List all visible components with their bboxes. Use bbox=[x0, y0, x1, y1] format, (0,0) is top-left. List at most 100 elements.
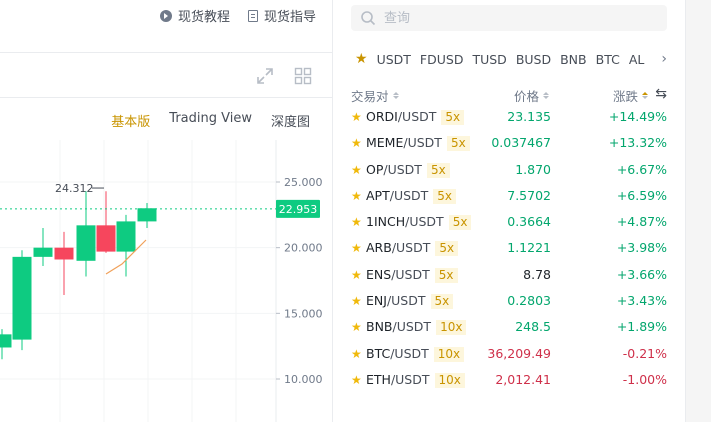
y-tick-label: 20.000 bbox=[284, 242, 323, 255]
pair-cell: BNB/USDT 10x bbox=[366, 319, 467, 336]
candlestick-chart[interactable]: 25.000 20.000 15.000 10.000 24.312 22.953 bbox=[0, 140, 332, 422]
pair-header-label: 交易对 bbox=[351, 89, 389, 104]
spot-tutorial-link[interactable]: 现货教程 bbox=[159, 6, 230, 25]
pair-cell: MEME/USDT 5x bbox=[366, 135, 470, 152]
pair-cell: ETH/USDT 10x bbox=[366, 372, 465, 388]
table-row[interactable]: ★ APT/USDT 5x 7.5702 +6.59% bbox=[351, 183, 667, 209]
tab-btc[interactable]: BTC bbox=[596, 52, 620, 67]
pair-cell: OP/USDT 5x bbox=[366, 162, 450, 178]
candle-body bbox=[137, 208, 157, 222]
quote-asset: /USDT bbox=[392, 319, 432, 335]
quote-asset-tabs: ★ USDT FDUSD TUSD BUSD BNB BTC AL › bbox=[355, 51, 667, 67]
chart-panel: 现货教程 现货指导 基本版 Trading View 深度图 25.000 20.… bbox=[0, 0, 333, 422]
favorite-star-icon[interactable]: ★ bbox=[351, 189, 362, 203]
search-input[interactable] bbox=[382, 9, 646, 27]
change-column-header[interactable]: 涨跌 bbox=[613, 86, 649, 105]
search-box[interactable] bbox=[351, 5, 667, 31]
pair-cell: ENS/USDT 5x bbox=[366, 267, 458, 283]
base-asset: BTC bbox=[366, 345, 391, 361]
tab-alts[interactable]: AL bbox=[629, 52, 645, 67]
pair-column-header[interactable]: 交易对 bbox=[351, 86, 399, 105]
table-row[interactable]: ★ MEME/USDT 5x 0.037467 +13.32% bbox=[351, 130, 667, 156]
pair-cell: 1INCH/USDT 5x bbox=[366, 214, 472, 231]
quote-asset: /USDT bbox=[391, 240, 431, 256]
leverage-badge: 5x bbox=[448, 215, 472, 231]
y-tick-label: 25.000 bbox=[284, 176, 323, 189]
favorite-star-icon[interactable]: ★ bbox=[351, 294, 362, 308]
price-cell: 7.5702 bbox=[507, 187, 551, 203]
price-column-header[interactable]: 价格 bbox=[514, 86, 550, 105]
quote-asset: /USDT bbox=[405, 214, 444, 230]
table-row[interactable]: ★ OP/USDT 5x 1.870 +6.67% bbox=[351, 157, 667, 183]
table-row[interactable]: ★ BNB/USDT 10x 248.5 +1.89% bbox=[351, 314, 667, 340]
quote-asset: /USDT bbox=[390, 371, 430, 387]
price-cell: 36,209.49 bbox=[487, 345, 551, 361]
quote-asset: /USDT bbox=[389, 187, 429, 203]
base-asset: ENS bbox=[366, 266, 392, 282]
favorite-star-icon[interactable]: ★ bbox=[351, 163, 362, 177]
quote-asset: /USDT bbox=[391, 266, 430, 282]
base-asset: APT bbox=[366, 187, 390, 203]
candle-body bbox=[12, 256, 32, 340]
price-header-label: 价格 bbox=[514, 89, 540, 104]
expand-icon[interactable] bbox=[256, 67, 274, 85]
tab-bnb[interactable]: BNB bbox=[560, 52, 587, 67]
table-row[interactable]: ★ ORDI/USDT 5x 23.135 +14.49% bbox=[351, 104, 667, 130]
quote-asset: /USDT bbox=[403, 135, 442, 151]
price-cell: 0.3664 bbox=[507, 214, 551, 230]
swap-toggle-icon[interactable]: ⇆ bbox=[655, 86, 667, 102]
tab-trading-view[interactable]: Trading View bbox=[169, 111, 252, 130]
price-cell: 2,012.41 bbox=[495, 371, 551, 387]
favorite-star-icon[interactable]: ★ bbox=[351, 136, 362, 150]
favorite-star-icon[interactable]: ★ bbox=[351, 241, 362, 255]
tab-basic[interactable]: 基本版 bbox=[111, 111, 150, 130]
table-row[interactable]: ★ ENJ/USDT 5x 0.2803 +3.43% bbox=[351, 288, 667, 314]
table-row[interactable]: ★ 1INCH/USDT 5x 0.3664 +4.87% bbox=[351, 209, 667, 235]
leverage-badge: 5x bbox=[430, 294, 454, 310]
chevron-right-icon[interactable]: › bbox=[661, 51, 667, 67]
candle-body bbox=[54, 247, 74, 260]
base-asset: MEME bbox=[366, 135, 404, 151]
tab-usdt[interactable]: USDT bbox=[377, 52, 411, 67]
scroll-edge bbox=[685, 0, 711, 422]
price-cell: 1.870 bbox=[515, 161, 551, 177]
quote-asset: /USDT bbox=[386, 293, 426, 309]
table-row[interactable]: ★ ENS/USDT 5x 8.78 +3.66% bbox=[351, 262, 667, 288]
leverage-badge: 5x bbox=[434, 267, 458, 283]
quote-asset: /USDT bbox=[390, 345, 429, 361]
grid-layout-icon[interactable] bbox=[294, 67, 312, 85]
favorite-star-icon[interactable]: ★ bbox=[351, 373, 362, 387]
table-row[interactable]: ★ BTC/USDT 10x 36,209.49 -0.21% bbox=[351, 341, 667, 367]
market-list: ★ ORDI/USDT 5x 23.135 +14.49% ★ MEME/USDT 5x 0.0… bbox=[351, 104, 667, 393]
book-icon bbox=[247, 9, 258, 22]
candle-body bbox=[0, 334, 12, 348]
chart-view-tabs: 基本版 Trading View 深度图 bbox=[111, 111, 310, 130]
tab-tusd[interactable]: TUSD bbox=[472, 52, 506, 67]
favorite-star-icon[interactable]: ★ bbox=[351, 215, 362, 229]
table-row[interactable]: ★ ARB/USDT 5x 1.1221 +3.98% bbox=[351, 235, 667, 261]
favorite-star-icon[interactable]: ★ bbox=[351, 347, 362, 361]
change-cell: +6.59% bbox=[616, 187, 667, 203]
tab-fdusd[interactable]: FDUSD bbox=[420, 52, 464, 67]
change-cell: +3.43% bbox=[616, 293, 667, 309]
change-cell: +4.87% bbox=[616, 214, 667, 230]
tab-busd[interactable]: BUSD bbox=[516, 52, 551, 67]
pair-cell: APT/USDT 5x bbox=[366, 187, 457, 204]
change-cell: +1.89% bbox=[616, 319, 667, 335]
quote-asset: /USDT bbox=[397, 109, 437, 124]
price-cell: 0.2803 bbox=[507, 293, 551, 309]
favorites-star-icon[interactable]: ★ bbox=[355, 51, 368, 67]
price-cell: 8.78 bbox=[523, 266, 551, 282]
spot-guide-link[interactable]: 现货指导 bbox=[247, 6, 316, 25]
favorite-star-icon[interactable]: ★ bbox=[351, 268, 362, 282]
favorite-star-icon[interactable]: ★ bbox=[351, 110, 362, 124]
tab-depth-chart[interactable]: 深度图 bbox=[271, 111, 310, 130]
base-asset: ARB bbox=[366, 240, 392, 256]
base-asset: ETH bbox=[366, 371, 391, 387]
leverage-badge: 5x bbox=[446, 136, 470, 152]
table-row[interactable]: ★ ETH/USDT 10x 2,012.41 -1.00% bbox=[351, 367, 667, 393]
base-asset: ENJ bbox=[366, 293, 387, 309]
favorite-star-icon[interactable]: ★ bbox=[351, 320, 362, 334]
divider bbox=[0, 52, 332, 53]
spot-tutorial-label: 现货教程 bbox=[177, 10, 230, 25]
